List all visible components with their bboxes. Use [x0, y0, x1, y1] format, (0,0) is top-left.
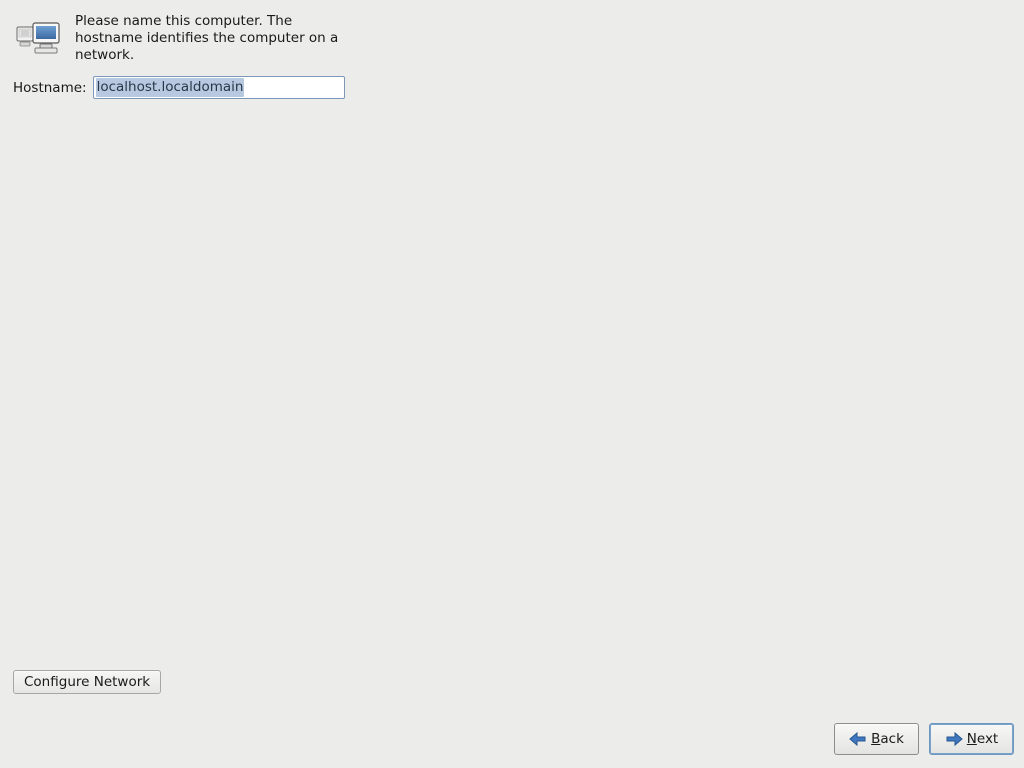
- hostname-label: Hostname:: [13, 80, 87, 96]
- arrow-right-icon: [945, 731, 963, 747]
- back-button[interactable]: Back: [834, 723, 919, 755]
- configure-network-button[interactable]: Configure Network: [13, 670, 161, 694]
- next-button[interactable]: Next: [929, 723, 1014, 755]
- network-computers-icon: [13, 17, 63, 61]
- arrow-left-icon: [849, 731, 867, 747]
- installer-hostname-page: Please name this computer. The hostname …: [0, 0, 1024, 768]
- header-row: Please name this computer. The hostname …: [13, 13, 353, 64]
- back-button-label: Back: [871, 731, 904, 747]
- hostname-input-wrap: localhost.localdomain: [93, 76, 345, 99]
- hostname-input[interactable]: [93, 76, 345, 99]
- next-button-label: Next: [967, 731, 998, 747]
- intro-text: Please name this computer. The hostname …: [75, 13, 353, 64]
- hostname-row: Hostname: localhost.localdomain: [13, 76, 345, 99]
- nav-bar: Back Next: [834, 723, 1014, 755]
